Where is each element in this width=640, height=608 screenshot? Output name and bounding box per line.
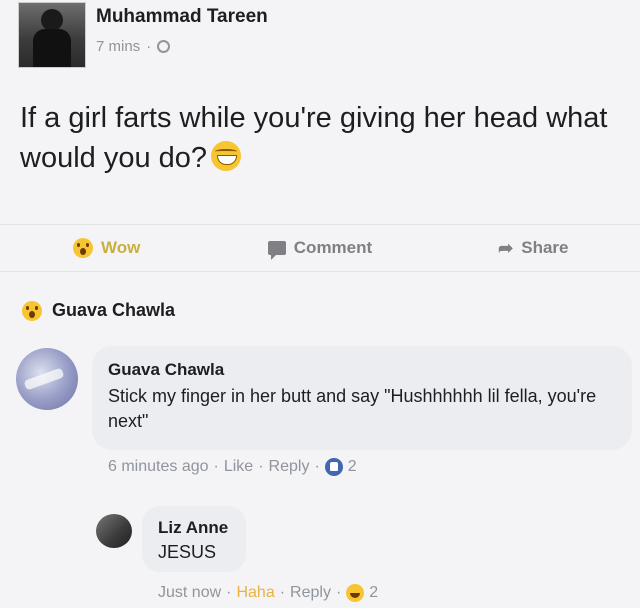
wow-label: Wow — [100, 238, 141, 257]
haha-link[interactable]: Haha — [236, 584, 274, 602]
haha-icon[interactable] — [346, 584, 365, 602]
like-icon[interactable] — [324, 458, 343, 476]
share-arrow-icon: ➦ — [498, 237, 514, 258]
author-avatar[interactable] — [18, 2, 86, 68]
post-time[interactable]: 7 mins — [96, 38, 140, 55]
meta-separator: · — [213, 458, 219, 475]
comment-label: Comment — [293, 238, 373, 257]
post-author[interactable]: Muhammad Tareen — [96, 6, 268, 28]
meta-separator: · — [226, 584, 232, 601]
reaction-count[interactable]: 2 — [369, 584, 378, 602]
commenter-avatar[interactable] — [16, 348, 78, 410]
share-button[interactable]: ➦ Share — [427, 225, 640, 271]
share-label: Share — [521, 238, 569, 257]
meta-separator: · — [335, 584, 342, 601]
reaction-count[interactable]: 2 — [348, 458, 357, 476]
reaction-summary[interactable]: Guava Chawla — [22, 300, 175, 321]
comment-text: Stick my finger in her butt and say "Hus… — [108, 386, 597, 431]
comment-text: JESUS — [158, 542, 217, 562]
meta-separator: · — [258, 458, 264, 475]
meta-separator: · — [279, 584, 286, 601]
globe-icon — [157, 40, 171, 53]
comment-time[interactable]: 6 minutes ago — [108, 458, 209, 476]
comment-time[interactable]: Just now — [158, 584, 221, 602]
post-actions: Wow Comment ➦ Share — [0, 224, 640, 272]
avatar-head — [41, 9, 63, 31]
reply-link[interactable]: Reply — [290, 584, 331, 602]
meta-separator: · — [146, 38, 152, 55]
wow-icon — [22, 300, 42, 321]
comment-author[interactable]: Guava Chawla — [108, 360, 224, 380]
laughing-crying-emoji-icon — [211, 141, 242, 171]
like-link[interactable]: Like — [224, 458, 253, 476]
avatar-body — [33, 29, 71, 67]
post-meta: 7 mins · — [96, 38, 171, 55]
comment-author[interactable]: Liz Anne — [158, 518, 228, 538]
comment-button[interactable]: Comment — [213, 225, 426, 271]
comment-meta: Just now · Haha · Reply · 2 — [158, 584, 378, 602]
meta-separator: · — [314, 458, 320, 475]
post-text-content: If a girl farts while you're giving her … — [20, 102, 608, 174]
comment-meta: 6 minutes ago · Like · Reply · 2 — [108, 458, 357, 476]
reply-link[interactable]: Reply — [269, 458, 310, 476]
wow-reaction-button[interactable]: Wow — [0, 225, 213, 271]
post-header: Muhammad Tareen 7 mins · — [0, 0, 640, 84]
comment-icon — [267, 241, 286, 260]
post-text: If a girl farts while you're giving her … — [20, 98, 620, 178]
commenter-avatar[interactable] — [96, 514, 132, 548]
wow-icon — [72, 238, 93, 258]
reactor-name: Guava Chawla — [52, 300, 176, 320]
